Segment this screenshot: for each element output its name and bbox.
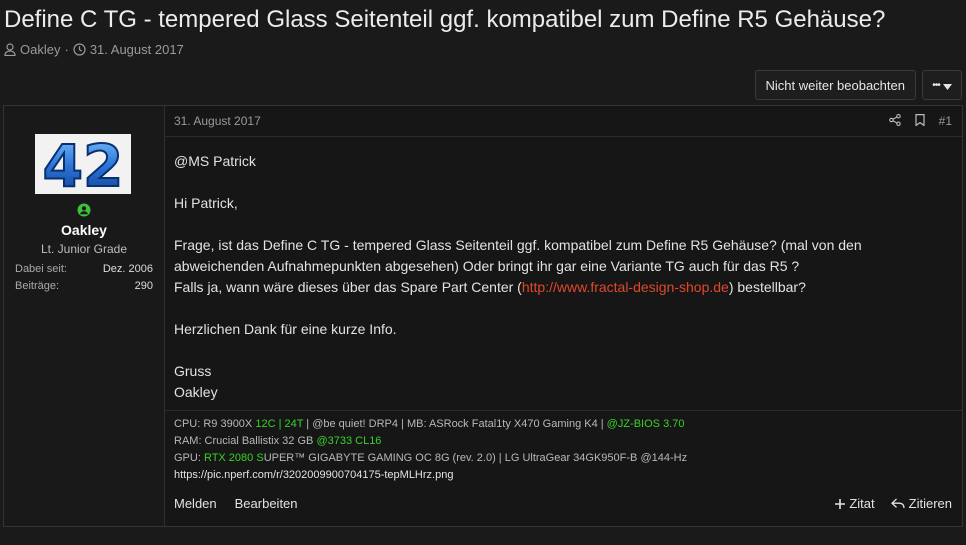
body-mention: @MS Patrick [174,153,256,169]
sig-bios: @JZ-BIOS 3.70 [606,418,685,430]
caret-down-icon [942,78,952,93]
user-posts: Beiträge: 290 [15,280,153,292]
body-thanks: Herzlichen Dank für eine kurze Info. [174,321,397,337]
avatar-text: 42 [43,134,124,194]
user-icon [4,43,16,56]
body-closing: Gruss [174,363,212,379]
reply-quote-label: Zitieren [908,496,952,511]
joined-label: Dabei seit: [15,263,67,275]
reply-icon [890,498,905,509]
sig-cpu-details: | @be quiet! DRP4 | MB: ASRock Fatal1ty … [303,418,607,430]
meta-separator: · [64,42,69,57]
joined-value: Dez. 2006 [102,263,153,275]
more-menu-button[interactable]: ••• [922,70,962,100]
post-user-panel: 42 Oakley Lt. Junior Grade Dabei seit: D… [4,106,165,526]
sig-cpu-line: CPU: R9 3900X 12C | 24T | @be quiet! DRP… [174,416,952,433]
sig-ram-text: RAM: Crucial Ballistix 32 GB [174,435,317,447]
user-rank-title: Lt. Junior Grade [40,242,128,256]
sig-url-link[interactable]: https://pic.nperf.com/r/3202009900704175… [174,467,952,484]
edit-link[interactable]: Bearbeiten [235,496,298,511]
quote-plus-button[interactable]: Zitat [835,496,875,511]
reply-quote-button[interactable]: Zitieren [890,496,952,511]
body-followup: Falls ja, wann wäre dieses über das Spar… [174,277,952,298]
post-main: 31. August 2017 #1 @MS Patrick Hi Patric… [164,106,962,526]
shop-link[interactable]: http://www.fractal-design-shop.de [522,279,729,295]
avatar-image: 42 [42,134,125,194]
post-header: 31. August 2017 #1 [164,106,962,137]
unwatch-button[interactable]: Nicht weiter beobachten [754,70,916,100]
share-icon[interactable] [888,113,901,129]
user-joined: Dabei seit: Dez. 2006 [15,263,153,275]
sig-cpu-text: CPU: R9 3900X [174,418,256,430]
body-followup-post: ) bestellbar? [728,279,806,295]
thread-meta: Oakley · 31. August 2017 [4,42,184,57]
report-link[interactable]: Melden [174,496,217,511]
bookmark-icon[interactable] [915,113,925,129]
sig-gpu-details: UPER™ GIGABYTE GAMING OC 8G (rev. 2.0) |… [263,452,688,464]
post-body: @MS Patrick Hi Patrick, Frage, ist das D… [174,151,952,403]
sig-ram-line: RAM: Crucial Ballistix 32 GB @3733 CL16 [174,433,952,450]
post-footer: Melden Bearbeiten Zitat Zitieren [174,496,952,511]
post: 42 Oakley Lt. Junior Grade Dabei seit: D… [3,105,963,527]
posts-label: Beiträge: [15,280,60,292]
sig-gpu-label: GPU: [174,452,204,464]
signature: CPU: R9 3900X 12C | 24T | @be quiet! DRP… [164,410,962,484]
sig-gpu-line: GPU: RTX 2080 SUPER™ GIGABYTE GAMING OC … [174,450,952,467]
post-number-link[interactable]: #1 [939,114,952,128]
thread-author-link[interactable]: Oakley [20,42,60,57]
sig-ram-speed: @3733 CL16 [316,435,382,447]
body-greeting: Hi Patrick, [174,195,238,211]
body-followup-pre: Falls ja, wann wäre dieses über das Spar… [174,279,522,295]
thread-title: Define C TG - tempered Glass Seitenteil … [4,6,886,33]
body-question: Frage, ist das Define C TG - tempered Gl… [174,237,862,274]
post-username[interactable]: Oakley [4,222,164,238]
clock-icon [73,43,86,56]
sig-gpu-model: RTX 2080 S [203,452,264,464]
body-signoff: Oakley [174,384,218,400]
avatar[interactable]: 42 [35,134,131,194]
online-status-icon [77,203,91,222]
posts-value[interactable]: 290 [135,280,153,292]
quote-plus-label: Zitat [849,496,875,511]
sig-cpu-cores: 12C | 24T [255,418,304,430]
thread-actions: Nicht weiter beobachten ••• [754,70,962,100]
plus-icon [835,498,846,509]
post-date-link[interactable]: 31. August 2017 [174,114,261,128]
more-dots-icon: ••• [932,79,940,91]
thread-date-link[interactable]: 31. August 2017 [90,42,184,57]
